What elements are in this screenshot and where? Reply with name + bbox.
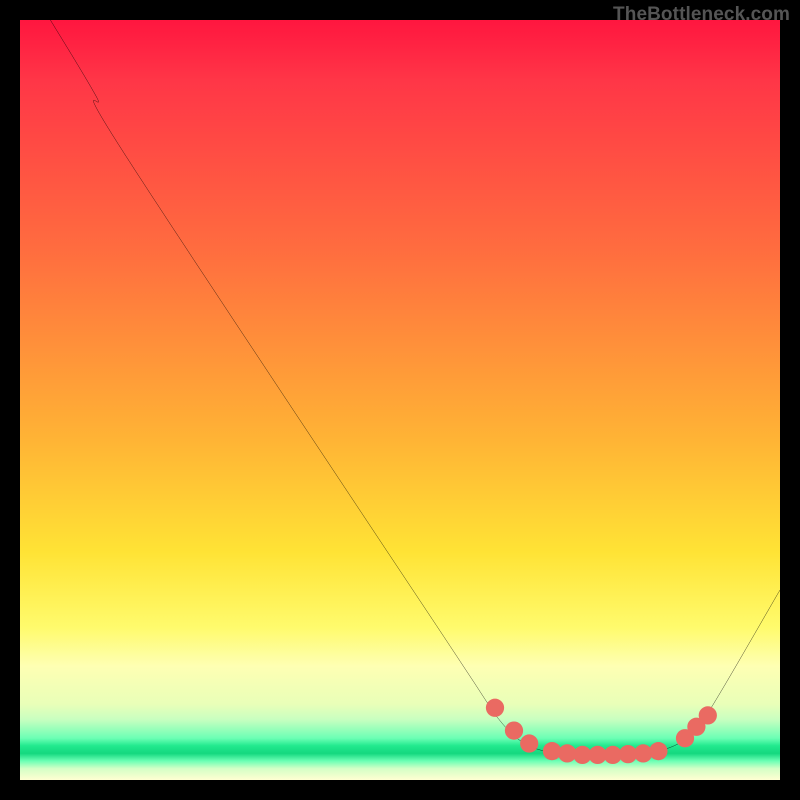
curve-marker-dot [699, 706, 717, 724]
curve-marker-dot [649, 742, 667, 760]
chart-overlay [20, 20, 780, 780]
curve-marker-dot [520, 734, 538, 752]
curve-markers [486, 699, 717, 764]
curve-marker-dot [505, 721, 523, 739]
curve-marker-dot [486, 699, 504, 717]
chart-container: TheBottleneck.com [0, 0, 800, 800]
attribution-text: TheBottleneck.com [613, 4, 790, 26]
bottleneck-curve-line [50, 20, 780, 755]
